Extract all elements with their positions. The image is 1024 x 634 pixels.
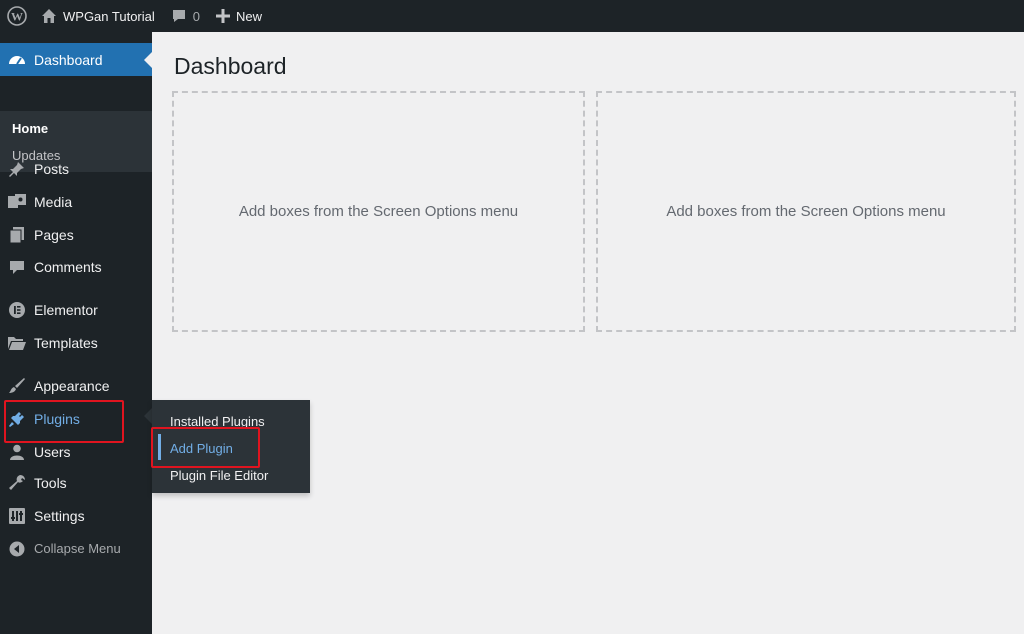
sidebar-item-settings[interactable]: Settings — [0, 499, 152, 532]
wrench-icon — [0, 466, 34, 499]
sidebar-item-appearance[interactable]: Appearance — [0, 369, 152, 402]
plugins-highlight-outline — [4, 400, 124, 443]
sidebar-item-label: Settings — [34, 507, 85, 524]
new-content-link[interactable]: New — [208, 0, 270, 32]
sidebar-item-label: Elementor — [34, 301, 98, 318]
new-label: New — [236, 8, 263, 24]
collapse-arrow-icon — [0, 532, 34, 565]
empty-box-message: Add boxes from the Screen Options menu — [238, 203, 519, 220]
sidebar-item-comments[interactable]: Comments — [0, 250, 152, 283]
pushpin-icon — [0, 152, 34, 185]
sidebar-item-media[interactable]: Media — [0, 185, 152, 218]
sidebar-item-dashboard[interactable]: Dashboard — [0, 43, 152, 76]
submenu-item-home[interactable]: Home — [12, 121, 48, 136]
sidebar-item-label: Tools — [34, 474, 67, 491]
plus-icon — [216, 9, 230, 23]
sidebar-item-label: Pages — [34, 226, 74, 243]
sidebar-item-templates[interactable]: Templates — [0, 326, 152, 359]
comment-bubble-icon — [171, 8, 187, 24]
folder-open-icon — [0, 326, 34, 359]
collapse-menu-label: Collapse Menu — [34, 541, 121, 556]
comments-count: 0 — [192, 8, 200, 24]
sidebar-item-label: Posts — [34, 160, 70, 177]
admin-sidebar: Dashboard Home Updates Posts Media Pages… — [0, 32, 152, 634]
sidebar-item-elementor[interactable]: Elementor — [0, 293, 152, 326]
admin-bar: W WPGan Tutorial 0 New — [0, 0, 1024, 32]
sidebar-item-label: Templates — [34, 334, 98, 351]
pages-icon — [0, 218, 34, 251]
sidebar-item-pages[interactable]: Pages — [0, 218, 152, 251]
sidebar-item-label: Comments — [34, 258, 102, 275]
flyout-pointer — [144, 408, 152, 424]
sidebar-item-tools[interactable]: Tools — [0, 466, 152, 499]
page-title: Dashboard — [174, 53, 287, 79]
comment-bubble-icon — [0, 250, 34, 283]
wordpress-logo-icon[interactable]: W — [0, 0, 34, 32]
empty-box-message: Add boxes from the Screen Options menu — [666, 203, 946, 220]
settings-sliders-icon — [0, 499, 34, 532]
sidebar-item-label: Dashboard — [34, 51, 103, 68]
site-name-label: WPGan Tutorial — [63, 8, 155, 24]
sidebar-item-label: Appearance — [34, 377, 110, 394]
main-content: Dashboard Add boxes from the Screen Opti… — [152, 32, 1024, 634]
svg-text:W: W — [11, 10, 23, 24]
sidebar-item-label: Media — [34, 193, 73, 210]
home-icon — [41, 8, 57, 24]
paintbrush-icon — [0, 369, 34, 402]
site-name-link[interactable]: WPGan Tutorial — [34, 0, 163, 32]
empty-dashboard-box: Add boxes from the Screen Options menu — [172, 91, 585, 332]
media-icon — [0, 185, 34, 218]
elementor-icon — [0, 293, 34, 326]
empty-dashboard-box: Add boxes from the Screen Options menu — [596, 91, 1016, 332]
sidebar-item-label: Users — [34, 443, 71, 460]
add-plugin-highlight-outline — [151, 427, 260, 468]
flyout-item-plugin-file-editor[interactable]: Plugin File Editor — [170, 468, 268, 483]
dashboard-gauge-icon — [0, 43, 34, 76]
comments-link[interactable]: 0 — [163, 0, 208, 32]
collapse-menu-button[interactable]: Collapse Menu — [0, 532, 152, 565]
sidebar-item-posts[interactable]: Posts — [0, 152, 152, 185]
current-page-arrow — [144, 51, 152, 68]
